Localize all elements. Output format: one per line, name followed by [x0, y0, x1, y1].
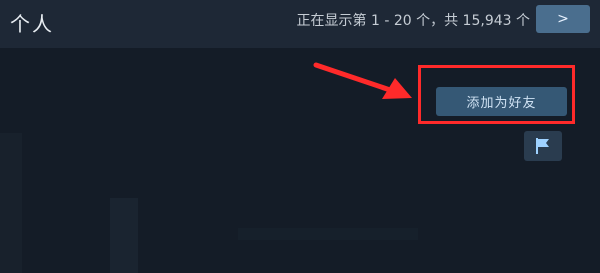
arrow-icon: [313, 62, 412, 99]
add-friend-button[interactable]: 添加为好友: [436, 87, 567, 116]
report-flag-button[interactable]: [524, 131, 562, 161]
page-title: 个人: [10, 12, 54, 36]
steam-profile-screen: 个人 正在显示第 1 - 20 个，共 15,943 个 > 添加为好友: [0, 0, 600, 273]
background-strip: [0, 133, 22, 273]
top-bar: 个人 正在显示第 1 - 20 个，共 15,943 个 >: [0, 0, 600, 48]
background-strip: [238, 228, 418, 240]
flag-icon: [536, 138, 549, 154]
next-page-button[interactable]: >: [536, 5, 590, 33]
background-strip: [110, 198, 138, 273]
pagination-text: 正在显示第 1 - 20 个，共 15,943 个: [296, 13, 530, 29]
